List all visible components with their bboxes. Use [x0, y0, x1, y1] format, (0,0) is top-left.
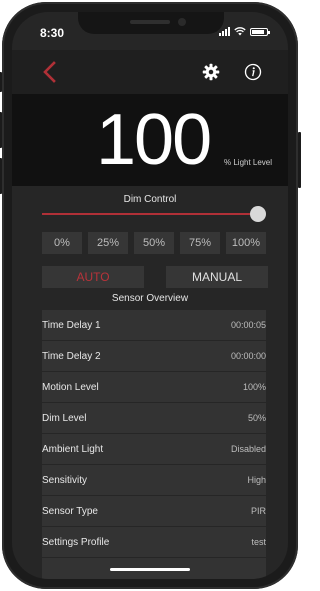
- table-row[interactable]: Dim Level 50%: [42, 403, 266, 434]
- dim-slider-track[interactable]: [42, 213, 258, 215]
- row-value: 00:00:05: [230, 320, 266, 330]
- light-level-value: 100: [96, 100, 212, 180]
- light-level-unit: % Light Level: [224, 158, 273, 167]
- speaker: [130, 20, 170, 24]
- preset-100-button[interactable]: 100%: [226, 232, 266, 254]
- row-label: Sensor Type: [42, 505, 98, 517]
- phone-mute-switch: [0, 72, 2, 92]
- status-time: 8:30: [40, 26, 65, 40]
- row-label: Sensitivity: [42, 474, 88, 486]
- sensor-overview-table: Time Delay 1 00:00:05 Time Delay 2 00:00…: [42, 310, 266, 579]
- status-icons: [219, 27, 270, 36]
- table-row[interactable]: Settings Profile test: [42, 527, 266, 558]
- row-value: Disabled: [230, 444, 266, 454]
- nav-bar: [12, 50, 288, 94]
- row-value: PIR: [250, 506, 266, 516]
- table-row[interactable]: Ambient Light Disabled: [42, 434, 266, 465]
- row-label: Motion Level: [42, 381, 99, 393]
- phone-power-button: [298, 132, 301, 188]
- notch: [78, 12, 224, 34]
- dim-control-title: Dim Control: [123, 194, 177, 205]
- manual-mode-button[interactable]: MANUAL: [166, 266, 268, 288]
- table-row[interactable]: Motion Level 100%: [42, 372, 266, 403]
- row-label: Dim Level: [42, 412, 87, 424]
- app-screen: 8:30 100 % Light Level Dim Control 0% 25…: [12, 12, 288, 579]
- table-row[interactable]: Sensitivity High: [42, 465, 266, 496]
- preset-25-button[interactable]: 25%: [88, 232, 128, 254]
- table-row[interactable]: Time Delay 1 00:00:05: [42, 310, 266, 341]
- phone-volume-up: [0, 112, 2, 148]
- preset-0-button[interactable]: 0%: [42, 232, 82, 254]
- phone-frame: 8:30 100 % Light Level Dim Control 0% 25…: [0, 2, 301, 589]
- row-label: Time Delay 2: [42, 350, 101, 362]
- row-label: Settings Profile: [42, 536, 110, 548]
- row-value: 100%: [242, 382, 266, 392]
- dim-presets: 0% 25% 50% 75% 100%: [42, 232, 266, 254]
- table-row[interactable]: Sensor Type PIR: [42, 496, 266, 527]
- table-row[interactable]: Time Delay 2 00:00:00: [42, 341, 266, 372]
- phone-volume-down: [0, 158, 2, 194]
- cellular-signal-icon: [219, 27, 230, 36]
- row-value: 00:00:00: [230, 351, 266, 361]
- row-label: Time Delay 1: [42, 319, 101, 331]
- camera: [178, 18, 186, 26]
- light-level-panel: 100 % Light Level: [12, 94, 288, 186]
- battery-icon: [250, 28, 270, 36]
- row-label: Ambient Light: [42, 443, 104, 455]
- preset-50-button[interactable]: 50%: [134, 232, 174, 254]
- wifi-icon: [234, 27, 246, 36]
- home-indicator[interactable]: [110, 568, 190, 571]
- preset-75-button[interactable]: 75%: [180, 232, 220, 254]
- row-value: 50%: [247, 413, 266, 423]
- sensor-overview-title: Sensor Overview: [111, 293, 189, 304]
- row-value: test: [251, 537, 266, 547]
- back-chevron-icon[interactable]: [38, 60, 62, 84]
- auto-mode-button[interactable]: AUTO: [42, 266, 144, 288]
- dim-slider-thumb[interactable]: [250, 206, 266, 222]
- gear-icon[interactable]: [202, 63, 220, 81]
- info-icon[interactable]: [244, 63, 262, 81]
- row-value: High: [247, 475, 266, 485]
